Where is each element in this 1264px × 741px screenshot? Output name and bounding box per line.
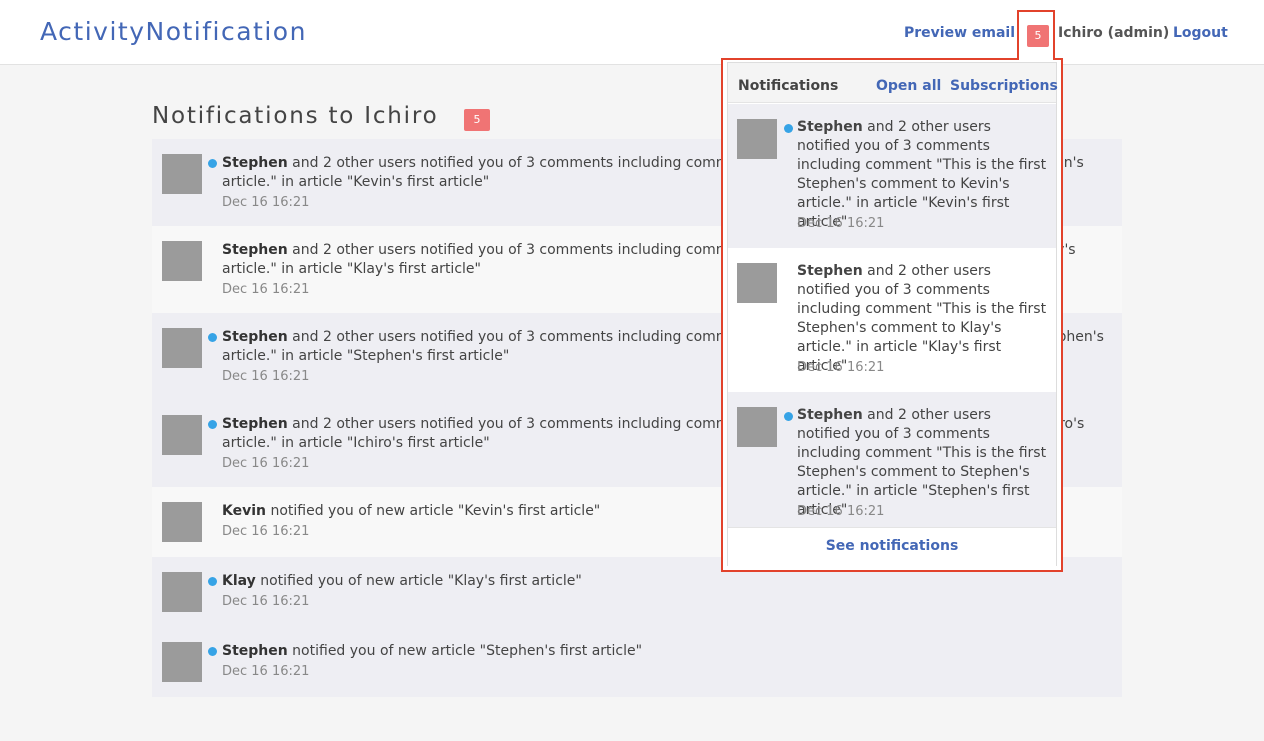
top-navbar: ActivityNotification Preview email 5 Ich… [0,0,1264,65]
dropdown-notification-item[interactable]: Stephen and 2 other users notified you o… [728,392,1056,527]
notification-text: notified you of new article "Klay's firs… [255,573,582,589]
notification-time: Dec 16 16:21 [797,504,885,519]
notification-text: and 2 other users notified you of 3 comm… [797,263,1047,374]
unread-dot-icon [208,420,217,429]
notification-count-badge[interactable]: 5 [1027,25,1049,47]
avatar [162,328,202,368]
notification-dropdown: Notifications Open all Subscriptions Ste… [721,58,1063,572]
avatar [737,407,777,447]
dropdown-header: Notifications Open all Subscriptions [728,63,1058,103]
dropdown-title: Notifications [738,78,839,94]
current-user-label: Ichiro (admin) [1058,25,1170,41]
unread-dot-icon [784,124,793,133]
notification-time: Dec 16 16:21 [797,216,885,231]
avatar [737,119,777,159]
avatar [162,415,202,455]
avatar [162,241,202,281]
dropdown-notification-item[interactable]: Stephen and 2 other users notified you o… [728,104,1056,248]
actor-name: Stephen [797,119,863,135]
actor-name: Stephen [797,263,863,279]
page-title: Notifications to Ichiro [152,103,439,129]
notification-dropdown-panel: Notifications Open all Subscriptions Ste… [727,62,1058,567]
notification-time: Dec 16 16:21 [222,594,310,609]
notification-text: and 2 other users notified you of 3 comm… [797,407,1047,518]
actor-name: Stephen [222,155,288,171]
avatar [162,642,202,682]
notification-time: Dec 16 16:21 [222,195,310,210]
brand-logo[interactable]: ActivityNotification [40,17,307,46]
notification-time: Dec 16 16:21 [222,282,310,297]
unread-dot-icon [784,412,793,421]
notification-time: Dec 16 16:21 [222,664,310,679]
actor-name: Stephen [222,329,288,345]
actor-name: Stephen [222,242,288,258]
actor-name: Stephen [222,416,288,432]
open-all-link[interactable]: Open all [876,78,941,94]
preview-email-link[interactable]: Preview email [904,25,1015,41]
notification-text: and 2 other users notified you of 3 comm… [797,119,1047,230]
avatar [162,572,202,612]
notification-time: Dec 16 16:21 [222,369,310,384]
avatar [162,502,202,542]
unread-dot-icon [208,647,217,656]
notification-time: Dec 16 16:21 [797,360,885,375]
logout-link[interactable]: Logout [1173,25,1228,41]
notification-time: Dec 16 16:21 [222,524,310,539]
notification-time: Dec 16 16:21 [222,456,310,471]
notification-row[interactable]: Stephen notified you of new article "Ste… [152,627,1122,697]
actor-name: Kevin [222,503,266,519]
notification-toggle[interactable]: 5 [1017,10,1055,60]
title-count-badge: 5 [464,109,490,131]
actor-name: Stephen [797,407,863,423]
dropdown-footer: See notifications [728,527,1056,567]
see-notifications-link[interactable]: See notifications [826,538,959,554]
dropdown-notification-item[interactable]: Stephen and 2 other users notified you o… [728,248,1056,392]
unread-dot-icon [208,333,217,342]
avatar [162,154,202,194]
actor-name: Klay [222,573,256,589]
subscriptions-link[interactable]: Subscriptions [950,78,1058,94]
notification-text: notified you of new article "Stephen's f… [287,643,643,659]
notification-text: notified you of new article "Kevin's fir… [266,503,601,519]
unread-dot-icon [208,577,217,586]
actor-name: Stephen [222,643,288,659]
avatar [737,263,777,303]
unread-dot-icon [208,159,217,168]
